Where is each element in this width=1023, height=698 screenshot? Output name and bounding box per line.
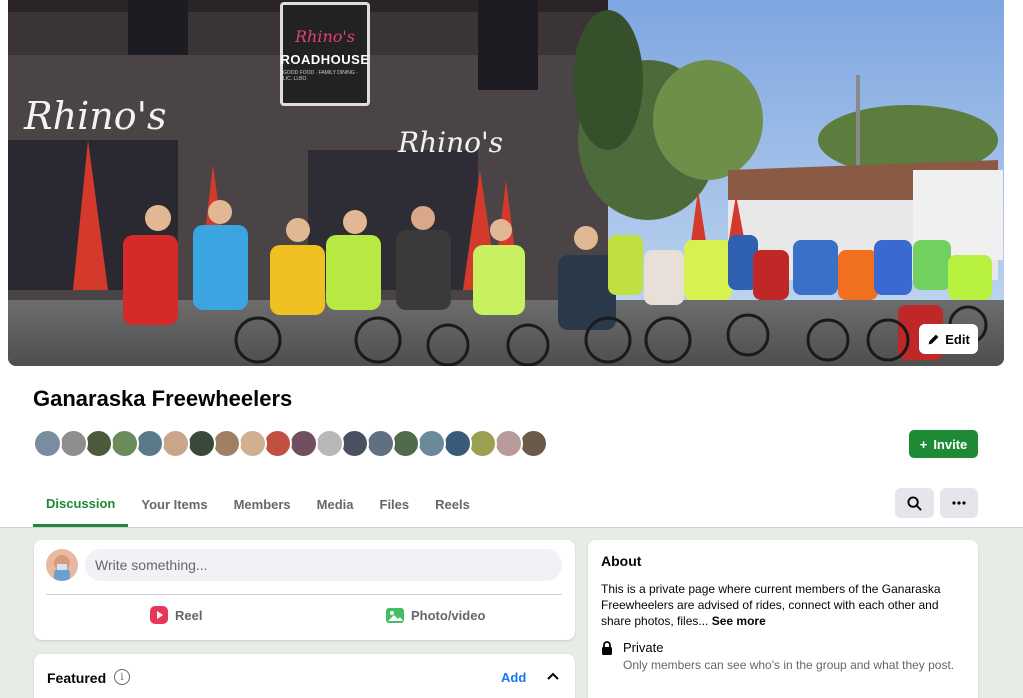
tab-media[interactable]: Media bbox=[304, 482, 367, 527]
member-avatar[interactable] bbox=[186, 429, 216, 458]
featured-add-button[interactable]: Add bbox=[501, 670, 526, 685]
featured-section: Featured i Add bbox=[34, 654, 575, 698]
group-name[interactable]: Ganaraska Freewheelers bbox=[33, 386, 292, 412]
group-tabs: Discussion Your Items Members Media File… bbox=[33, 482, 483, 527]
avatar[interactable] bbox=[46, 549, 78, 581]
tab-discussion[interactable]: Discussion bbox=[33, 482, 129, 527]
member-avatar[interactable] bbox=[135, 429, 165, 458]
member-avatar[interactable] bbox=[58, 429, 88, 458]
member-avatar[interactable] bbox=[417, 429, 446, 458]
info-icon[interactable]: i bbox=[114, 669, 130, 685]
member-avatar[interactable] bbox=[84, 429, 114, 458]
featured-title: Featured bbox=[47, 670, 107, 686]
member-avatar[interactable] bbox=[493, 429, 523, 458]
invite-label: Invite bbox=[933, 436, 968, 452]
member-avatar[interactable] bbox=[314, 429, 344, 458]
privacy-title: Private bbox=[623, 640, 664, 655]
tab-your-items[interactable]: Your Items bbox=[128, 482, 220, 527]
cover-photo-image bbox=[8, 0, 1004, 366]
photo-video-button[interactable]: Photo/video bbox=[386, 606, 485, 624]
about-description: This is a private page where current mem… bbox=[601, 581, 966, 629]
roadhouse-tagline: GOOD FOOD · FAMILY DINING · LIC. LLBO bbox=[283, 69, 358, 82]
member-avatar[interactable] bbox=[263, 429, 293, 458]
roadhouse-name: ROADHOUSE bbox=[280, 51, 370, 67]
tab-members[interactable]: Members bbox=[221, 482, 304, 527]
member-avatar[interactable] bbox=[391, 429, 421, 458]
invite-button[interactable]: + Invite bbox=[909, 430, 978, 458]
photo-video-label: Photo/video bbox=[411, 607, 486, 623]
see-more-link[interactable]: See more bbox=[712, 614, 766, 628]
pencil-icon bbox=[928, 334, 939, 344]
member-avatar[interactable] bbox=[212, 429, 242, 458]
member-avatar[interactable] bbox=[33, 429, 62, 458]
member-avatar[interactable] bbox=[442, 429, 472, 458]
search-icon bbox=[907, 495, 922, 511]
about-title: About bbox=[601, 553, 642, 569]
member-avatar[interactable] bbox=[340, 429, 370, 458]
about-card: About This is a private page where curre… bbox=[588, 540, 978, 698]
roadhouse-sign: Rhino's ROADHOUSE GOOD FOOD · FAMILY DIN… bbox=[280, 2, 370, 106]
edit-cover-button[interactable]: Edit bbox=[919, 324, 978, 354]
plus-icon: + bbox=[919, 436, 928, 452]
post-composer: Write something... Reel Photo/video bbox=[34, 540, 575, 640]
member-avatar[interactable] bbox=[289, 429, 318, 458]
photo-icon bbox=[386, 608, 404, 623]
reel-icon bbox=[150, 606, 168, 624]
tab-reels[interactable]: Reels bbox=[422, 482, 483, 527]
member-avatar[interactable] bbox=[468, 429, 498, 458]
user-avatar-image bbox=[46, 549, 78, 581]
write-something-input[interactable]: Write something... bbox=[85, 549, 562, 581]
tab-files[interactable]: Files bbox=[367, 482, 423, 527]
member-avatar[interactable] bbox=[365, 429, 395, 458]
roadhouse-logo: Rhino's bbox=[294, 26, 355, 46]
member-avatar[interactable] bbox=[519, 429, 549, 458]
reel-button[interactable]: Reel bbox=[150, 606, 202, 624]
cover-sign-center: Rhino's bbox=[398, 126, 504, 159]
more-icon bbox=[952, 501, 966, 505]
chevron-up-icon[interactable] bbox=[546, 671, 560, 681]
lock-icon bbox=[602, 641, 612, 655]
edit-cover-label: Edit bbox=[945, 331, 970, 347]
about-description-text: This is a private page where current mem… bbox=[601, 582, 941, 628]
reel-label: Reel bbox=[175, 607, 203, 623]
composer-divider bbox=[46, 594, 562, 595]
privacy-description: Only members can see who's in the group … bbox=[623, 658, 955, 672]
cover-sign-left: Rhino's bbox=[24, 94, 167, 138]
group-search-button[interactable] bbox=[895, 488, 934, 518]
member-avatar[interactable] bbox=[109, 429, 139, 458]
member-avatar[interactable] bbox=[237, 429, 267, 458]
member-avatar[interactable] bbox=[161, 429, 190, 458]
more-options-button[interactable] bbox=[940, 488, 978, 518]
cover-photo: Rhino's Rhino's Rhino's ROADHOUSE GOOD F… bbox=[8, 0, 1004, 366]
